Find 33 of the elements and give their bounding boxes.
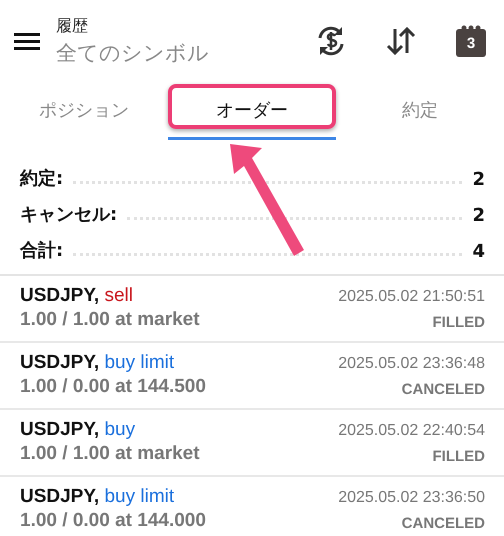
order-row[interactable]: USDJPY, sell 1.00 / 1.00 at market 2025.05.02 21:50:51 FILLED	[0, 276, 504, 343]
summary-label: 約定:	[20, 167, 64, 190]
summary-value: 2	[472, 205, 485, 226]
order-row[interactable]: USDJPY, buy 1.00 / 1.00 at market 2025.05.02 22:40:54 FILLED	[0, 410, 504, 477]
order-volume: 1.00 / 1.00 at market	[20, 309, 200, 331]
summary-value: 4	[472, 241, 485, 262]
order-time: 2025.05.02 21:50:51	[338, 288, 485, 306]
tab[interactable]: 約定	[336, 82, 504, 140]
order-title: USDJPY, buy limit	[20, 352, 176, 374]
symbol-filter[interactable]: 全てのシンボル	[56, 38, 278, 66]
order-title: USDJPY, sell	[20, 285, 134, 307]
order-row[interactable]: USDJPY, buy limit 1.00 / 0.00 at 144.500 2025.05.02 23:36:48 CANCELED	[0, 343, 504, 410]
order-title: USDJPY, buy	[20, 419, 136, 441]
menu-icon[interactable]	[14, 31, 40, 51]
summary-value: 2	[472, 169, 485, 190]
order-status: CANCELED	[402, 381, 485, 398]
order-time: 2025.05.02 23:36:48	[338, 355, 485, 373]
tab[interactable]: オーダー	[168, 82, 336, 140]
order-volume: 1.00 / 0.00 at 144.500	[20, 376, 206, 398]
order-row[interactable]: USDJPY, buy limit 1.00 / 0.00 at 144.000 2025.05.02 23:36:50 CANCELED	[0, 477, 504, 536]
order-volume: 1.00 / 1.00 at market	[20, 443, 200, 465]
screen-title: 履歴	[56, 16, 89, 36]
order-status: CANCELED	[402, 515, 485, 532]
order-status: FILLED	[432, 314, 485, 331]
sort-icon[interactable]	[384, 24, 418, 58]
order-status: FILLED	[432, 448, 485, 465]
order-time: 2025.05.02 23:36:50	[338, 489, 485, 507]
order-title: USDJPY, buy limit	[20, 486, 176, 508]
summary-label: キャンセル:	[20, 203, 118, 226]
tab[interactable]: ポジション	[0, 82, 168, 140]
order-volume: 1.00 / 0.00 at 144.000	[20, 510, 206, 532]
summary-label: 合計:	[20, 239, 64, 262]
order-time: 2025.05.02 22:40:54	[338, 422, 485, 440]
